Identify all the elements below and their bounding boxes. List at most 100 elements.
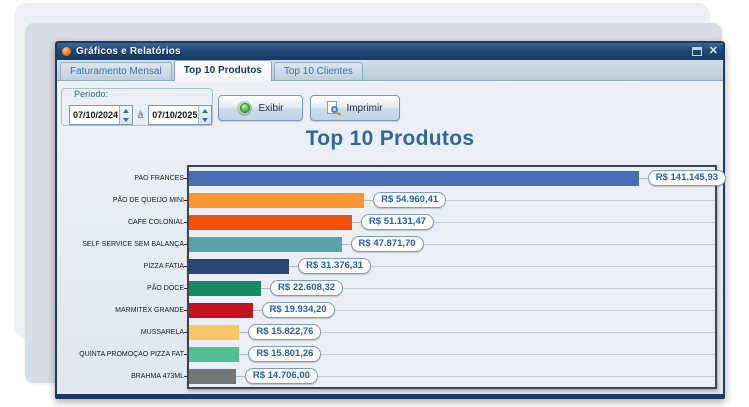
bar-category-label: PIZZA FATIA bbox=[57, 263, 184, 270]
bar[interactable] bbox=[189, 281, 261, 296]
axis-tick bbox=[184, 310, 187, 311]
date-from-spinner[interactable] bbox=[119, 106, 132, 124]
value-connector bbox=[236, 376, 245, 377]
chart-row: CAFE COLONIAL R$ 51.131,47 bbox=[57, 211, 719, 233]
value-connector bbox=[261, 288, 270, 289]
bar-value-label: R$ 22.608,32 bbox=[270, 280, 343, 296]
bar-track: R$ 47.871,70 bbox=[189, 233, 715, 255]
title-bar[interactable]: Gráficos e Relatórios ✕ bbox=[57, 43, 723, 60]
bar[interactable] bbox=[189, 193, 364, 208]
value-connector bbox=[342, 244, 351, 245]
chart-row: QUINTA PROMOÇAO PIZZA FAT R$ 15.801,26 bbox=[57, 343, 719, 365]
value-connector bbox=[639, 178, 648, 179]
chart-row: PIZZA FATIA R$ 31.376,31 bbox=[57, 255, 719, 277]
chart-row: BRAHMA 473ML R$ 14.706,00 bbox=[57, 365, 719, 387]
spinner-down-icon[interactable] bbox=[120, 115, 132, 124]
bar[interactable] bbox=[189, 325, 239, 340]
tab-bar: Faturamento Mensal Top 10 Produtos Top 1… bbox=[57, 60, 723, 81]
bar-category-label: MUSSARELA bbox=[57, 329, 184, 336]
value-connector bbox=[289, 266, 298, 267]
close-icon[interactable]: ✕ bbox=[709, 47, 718, 56]
date-from-input[interactable]: 07/10/2024 bbox=[69, 105, 133, 125]
bar[interactable] bbox=[189, 237, 342, 252]
bar-category-label: PÃO DE QUEIJO MINI bbox=[57, 197, 184, 204]
axis-tick bbox=[184, 354, 187, 355]
axis-tick bbox=[184, 288, 187, 289]
bar[interactable] bbox=[189, 215, 352, 230]
window-title: Gráficos e Relatórios bbox=[76, 46, 692, 57]
bar-value-label: R$ 14.706,00 bbox=[245, 368, 318, 384]
value-connector bbox=[239, 332, 248, 333]
axis-tick bbox=[184, 200, 187, 201]
bar-track: R$ 141.145,93 bbox=[189, 167, 715, 189]
axis-tick bbox=[184, 266, 187, 267]
chart-row: PÃO DE QUEIJO MINI R$ 54.960,41 bbox=[57, 189, 719, 211]
bar[interactable] bbox=[189, 303, 253, 318]
value-connector bbox=[364, 200, 373, 201]
date-separator: à bbox=[138, 110, 144, 121]
imprimir-button[interactable]: Imprimir bbox=[310, 95, 400, 121]
axis-tick bbox=[184, 222, 187, 223]
spinner-down-icon[interactable] bbox=[199, 115, 211, 124]
chart-rows: PAO FRANCES R$ 141.145,93 PÃO DE QUEIJO … bbox=[57, 167, 719, 387]
exibir-button[interactable]: Exibir bbox=[218, 95, 303, 121]
bar-track: R$ 51.131,47 bbox=[189, 211, 715, 233]
bar-category-label: QUINTA PROMOÇAO PIZZA FAT bbox=[57, 351, 184, 358]
bar-track: R$ 15.801,26 bbox=[189, 343, 715, 365]
bar-category-label: PAO FRANCES bbox=[57, 175, 184, 182]
spinner-up-icon[interactable] bbox=[199, 106, 211, 115]
bar-category-label: SELF SERVICE SEM BALANÇA bbox=[57, 241, 184, 248]
date-to-value[interactable]: 07/10/2025 bbox=[149, 106, 198, 124]
value-connector bbox=[239, 354, 248, 355]
app-window: Gráficos e Relatórios ✕ Faturamento Mens… bbox=[55, 41, 725, 399]
date-to-input[interactable]: 07/10/2025 bbox=[148, 105, 212, 125]
maximize-icon[interactable] bbox=[692, 47, 702, 56]
chart-row: MARMITEX GRANDE R$ 19.934,20 bbox=[57, 299, 719, 321]
bar-value-label: R$ 47.871,70 bbox=[351, 236, 424, 252]
print-preview-icon bbox=[327, 101, 340, 116]
bar-category-label: BRAHMA 473ML bbox=[57, 373, 184, 380]
bar-track: R$ 54.960,41 bbox=[189, 189, 715, 211]
window-controls: ✕ bbox=[692, 47, 718, 56]
chart-row: PAO FRANCES R$ 141.145,93 bbox=[57, 167, 719, 189]
bar-value-label: R$ 19.934,20 bbox=[262, 302, 335, 318]
value-connector bbox=[352, 222, 361, 223]
exibir-button-label: Exibir bbox=[258, 103, 283, 114]
bar-track: R$ 22.608,32 bbox=[189, 277, 715, 299]
tab-content: Período: 07/10/2024 à 07/10/2025 bbox=[57, 81, 723, 394]
bar-value-label: R$ 31.376,31 bbox=[298, 258, 371, 274]
bar-chart: PAO FRANCES R$ 141.145,93 PÃO DE QUEIJO … bbox=[57, 165, 723, 395]
bar[interactable] bbox=[189, 347, 239, 362]
bar[interactable] bbox=[189, 171, 639, 186]
chart-row: PÃO DOCE R$ 22.608,32 bbox=[57, 277, 719, 299]
tab-top-10-produtos[interactable]: Top 10 Produtos bbox=[174, 60, 272, 81]
tab-top-10-clientes[interactable]: Top 10 Clientes bbox=[274, 62, 363, 80]
bar[interactable] bbox=[189, 369, 236, 384]
chart-row: MUSSARELA R$ 15.822,76 bbox=[57, 321, 719, 343]
axis-tick bbox=[184, 332, 187, 333]
date-from-value[interactable]: 07/10/2024 bbox=[70, 106, 119, 124]
bar-track: R$ 14.706,00 bbox=[189, 365, 715, 387]
axis-tick bbox=[184, 244, 187, 245]
periodo-label: Período: bbox=[71, 89, 111, 99]
chart-title: Top 10 Produtos bbox=[57, 127, 723, 151]
bar-track: R$ 15.822,76 bbox=[189, 321, 715, 343]
imprimir-button-label: Imprimir bbox=[346, 103, 382, 114]
app-icon bbox=[62, 47, 71, 56]
bar-value-label: R$ 51.131,47 bbox=[361, 214, 434, 230]
periodo-groupbox: Período: 07/10/2024 à 07/10/2025 bbox=[61, 88, 213, 126]
go-orb-icon bbox=[237, 101, 252, 116]
bar-track: R$ 31.376,31 bbox=[189, 255, 715, 277]
tab-faturamento-mensal[interactable]: Faturamento Mensal bbox=[60, 62, 172, 80]
date-to-spinner[interactable] bbox=[198, 106, 211, 124]
bar-value-label: R$ 15.801,26 bbox=[248, 346, 321, 362]
date-range-row: 07/10/2024 à 07/10/2025 bbox=[69, 105, 212, 125]
bar-category-label: PÃO DOCE bbox=[57, 285, 184, 292]
spinner-up-icon[interactable] bbox=[120, 106, 132, 115]
bar[interactable] bbox=[189, 259, 289, 274]
value-connector bbox=[253, 310, 262, 311]
bar-value-label: R$ 141.145,93 bbox=[648, 170, 726, 186]
bar-track: R$ 19.934,20 bbox=[189, 299, 715, 321]
bar-value-label: R$ 15.822,76 bbox=[248, 324, 321, 340]
axis-tick bbox=[184, 178, 187, 179]
